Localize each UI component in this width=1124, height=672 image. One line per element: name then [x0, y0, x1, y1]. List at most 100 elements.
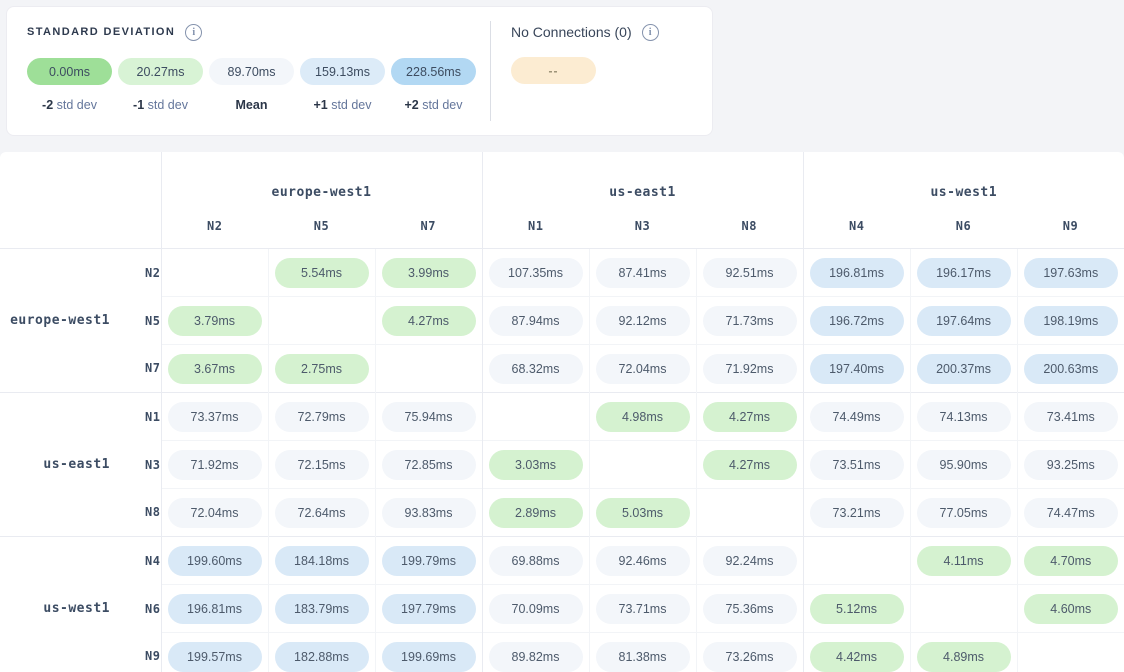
legend-pill-3: 159.13ms	[300, 58, 385, 85]
latency-cell-N4-N9: 4.70ms	[1017, 537, 1124, 585]
latency-pill-N2-N7[interactable]: 3.99ms	[382, 258, 476, 288]
latency-pill-N5-N8[interactable]: 71.73ms	[703, 306, 797, 336]
latency-pill-N6-N8[interactable]: 75.36ms	[703, 594, 797, 624]
latency-pill-N2-N3[interactable]: 87.41ms	[596, 258, 690, 288]
latency-pill-N8-N7[interactable]: 93.83ms	[382, 498, 476, 528]
latency-pill-N7-N5[interactable]: 2.75ms	[275, 354, 369, 384]
latency-pill-N1-N2[interactable]: 73.37ms	[168, 402, 262, 432]
latency-pill-N2-N5[interactable]: 5.54ms	[275, 258, 369, 288]
latency-cell-N2-N7: 3.99ms	[375, 249, 482, 297]
latency-pill-N1-N7[interactable]: 75.94ms	[382, 402, 476, 432]
latency-cell-N1-N1	[482, 393, 589, 441]
latency-cell-N3-N3	[589, 441, 696, 489]
latency-pill-N5-N4[interactable]: 196.72ms	[810, 306, 904, 336]
legend-caption-4: +2 std dev	[391, 98, 476, 112]
latency-pill-N1-N9[interactable]: 73.41ms	[1024, 402, 1118, 432]
info-icon[interactable]: i	[185, 24, 202, 41]
latency-pill-N2-N1[interactable]: 107.35ms	[489, 258, 583, 288]
latency-cell-N3-N8: 4.27ms	[696, 441, 803, 489]
matrix-corner	[0, 152, 161, 249]
latency-pill-N2-N6[interactable]: 196.17ms	[917, 258, 1011, 288]
row-node-N9: N9	[110, 633, 161, 672]
latency-pill-N8-N4[interactable]: 73.21ms	[810, 498, 904, 528]
latency-pill-N3-N1[interactable]: 3.03ms	[489, 450, 583, 480]
latency-pill-N9-N2[interactable]: 199.57ms	[168, 642, 262, 672]
latency-pill-N3-N6[interactable]: 95.90ms	[917, 450, 1011, 480]
latency-pill-N5-N1[interactable]: 87.94ms	[489, 306, 583, 336]
legend-captions: -2 std dev-1 std devMean+1 std dev+2 std…	[27, 98, 476, 112]
latency-pill-N4-N5[interactable]: 184.18ms	[275, 546, 369, 576]
latency-pill-N5-N9[interactable]: 198.19ms	[1024, 306, 1118, 336]
std-dev-legend: STANDARD DEVIATION i 0.00ms20.27ms89.70m…	[7, 7, 476, 135]
latency-pill-N4-N7[interactable]: 199.79ms	[382, 546, 476, 576]
latency-pill-N4-N2[interactable]: 199.60ms	[168, 546, 262, 576]
latency-pill-N3-N4[interactable]: 73.51ms	[810, 450, 904, 480]
latency-pill-N1-N5[interactable]: 72.79ms	[275, 402, 369, 432]
latency-cell-N7-N8: 71.92ms	[696, 345, 803, 393]
latency-pill-N4-N9[interactable]: 4.70ms	[1024, 546, 1118, 576]
latency-pill-N3-N7[interactable]: 72.85ms	[382, 450, 476, 480]
latency-pill-N6-N3[interactable]: 73.71ms	[596, 594, 690, 624]
latency-pill-N4-N3[interactable]: 92.46ms	[596, 546, 690, 576]
latency-pill-N7-N6[interactable]: 200.37ms	[917, 354, 1011, 384]
latency-cell-N8-N1: 2.89ms	[482, 489, 589, 537]
latency-pill-N6-N7[interactable]: 197.79ms	[382, 594, 476, 624]
info-icon[interactable]: i	[642, 24, 659, 41]
latency-pill-N8-N6[interactable]: 77.05ms	[917, 498, 1011, 528]
latency-cell-N5-N9: 198.19ms	[1017, 297, 1124, 345]
latency-pill-N5-N2[interactable]: 3.79ms	[168, 306, 262, 336]
latency-cell-N9-N9	[1017, 633, 1124, 672]
latency-pill-N4-N1[interactable]: 69.88ms	[489, 546, 583, 576]
latency-pill-N6-N9[interactable]: 4.60ms	[1024, 594, 1118, 624]
latency-pill-N9-N1[interactable]: 89.82ms	[489, 642, 583, 672]
latency-pill-N8-N2[interactable]: 72.04ms	[168, 498, 262, 528]
latency-cell-N5-N3: 92.12ms	[589, 297, 696, 345]
latency-pill-N1-N6[interactable]: 74.13ms	[917, 402, 1011, 432]
latency-pill-N7-N2[interactable]: 3.67ms	[168, 354, 262, 384]
latency-cell-N3-N7: 72.85ms	[375, 441, 482, 489]
latency-pill-N6-N5[interactable]: 183.79ms	[275, 594, 369, 624]
latency-pill-N8-N3[interactable]: 5.03ms	[596, 498, 690, 528]
latency-pill-N6-N4[interactable]: 5.12ms	[810, 594, 904, 624]
latency-cell-N4-N6: 4.11ms	[910, 537, 1017, 585]
latency-pill-N5-N3[interactable]: 92.12ms	[596, 306, 690, 336]
latency-pill-N5-N6[interactable]: 197.64ms	[917, 306, 1011, 336]
latency-pill-N3-N8[interactable]: 4.27ms	[703, 450, 797, 480]
latency-pill-N3-N5[interactable]: 72.15ms	[275, 450, 369, 480]
latency-pill-N8-N5[interactable]: 72.64ms	[275, 498, 369, 528]
latency-matrix: europe-west1us-east1us-west1N2N5N7N1N3N8…	[0, 152, 1124, 672]
latency-pill-N3-N2[interactable]: 71.92ms	[168, 450, 262, 480]
row-region-us-west1: us-west1	[0, 537, 110, 672]
latency-pill-N9-N6[interactable]: 4.89ms	[917, 642, 1011, 672]
latency-pill-N2-N9[interactable]: 197.63ms	[1024, 258, 1118, 288]
latency-pill-N7-N1[interactable]: 68.32ms	[489, 354, 583, 384]
latency-pill-N8-N1[interactable]: 2.89ms	[489, 498, 583, 528]
latency-pill-N4-N6[interactable]: 4.11ms	[917, 546, 1011, 576]
latency-pill-N9-N7[interactable]: 199.69ms	[382, 642, 476, 672]
latency-pill-N3-N9[interactable]: 93.25ms	[1024, 450, 1118, 480]
latency-pill-N9-N8[interactable]: 73.26ms	[703, 642, 797, 672]
latency-pill-N7-N3[interactable]: 72.04ms	[596, 354, 690, 384]
latency-cell-N9-N8: 73.26ms	[696, 633, 803, 672]
latency-pill-N1-N8[interactable]: 4.27ms	[703, 402, 797, 432]
latency-pill-N2-N4[interactable]: 196.81ms	[810, 258, 904, 288]
latency-pill-N9-N3[interactable]: 81.38ms	[596, 642, 690, 672]
latency-pill-N7-N8[interactable]: 71.92ms	[703, 354, 797, 384]
latency-pill-N2-N8[interactable]: 92.51ms	[703, 258, 797, 288]
latency-pill-N6-N1[interactable]: 70.09ms	[489, 594, 583, 624]
matrix-row-N7: N73.67ms2.75ms68.32ms72.04ms71.92ms197.4…	[0, 345, 1124, 393]
latency-pill-N1-N3[interactable]: 4.98ms	[596, 402, 690, 432]
latency-pill-N9-N4[interactable]: 4.42ms	[810, 642, 904, 672]
latency-cell-N5-N2: 3.79ms	[161, 297, 268, 345]
latency-pill-N4-N8[interactable]: 92.24ms	[703, 546, 797, 576]
latency-pill-N7-N9[interactable]: 200.63ms	[1024, 354, 1118, 384]
latency-pill-N5-N7[interactable]: 4.27ms	[382, 306, 476, 336]
latency-pill-N7-N4[interactable]: 197.40ms	[810, 354, 904, 384]
latency-pill-N8-N9[interactable]: 74.47ms	[1024, 498, 1118, 528]
latency-pill-N1-N4[interactable]: 74.49ms	[810, 402, 904, 432]
legend-caption-2: Mean	[209, 98, 294, 112]
matrix-row-N3: N371.92ms72.15ms72.85ms3.03ms4.27ms73.51…	[0, 441, 1124, 489]
latency-pill-N6-N2[interactable]: 196.81ms	[168, 594, 262, 624]
std-dev-title: STANDARD DEVIATION	[27, 26, 175, 38]
latency-pill-N9-N5[interactable]: 182.88ms	[275, 642, 369, 672]
